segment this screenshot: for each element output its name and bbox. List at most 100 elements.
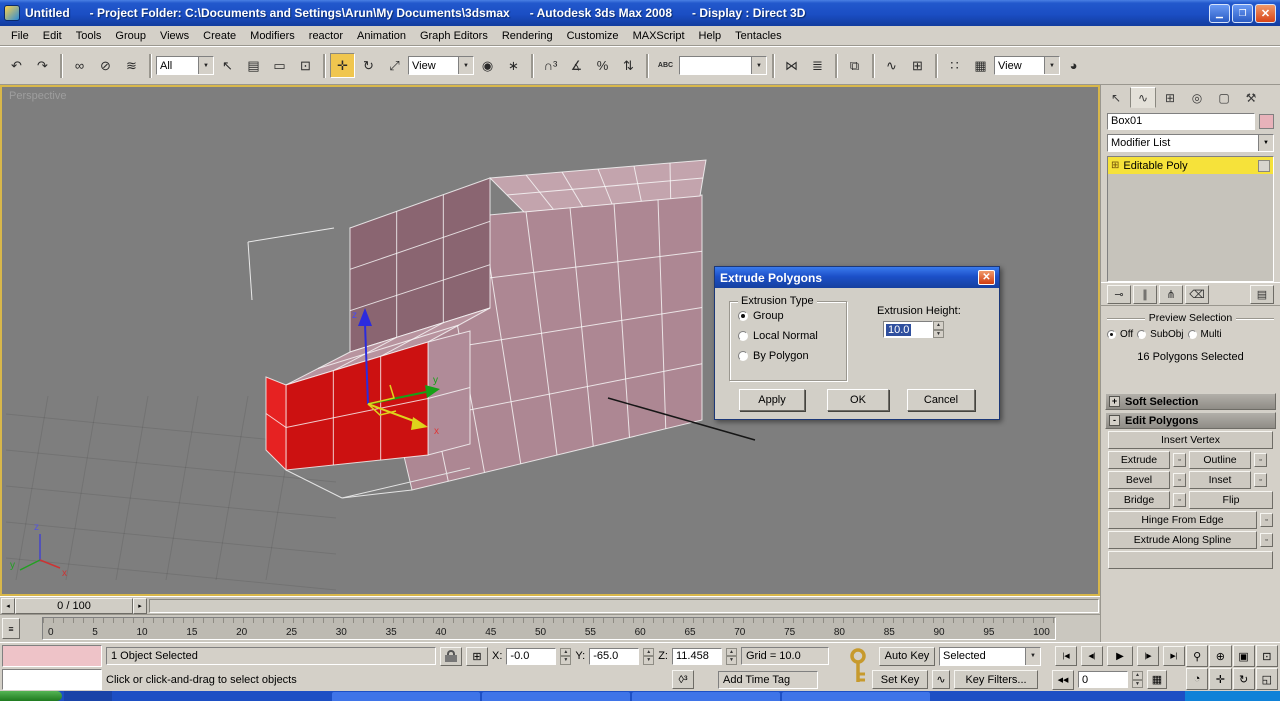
previous-frame-button[interactable]: ◀| (1080, 646, 1103, 666)
dialog-close-button[interactable]: ✕ (978, 270, 995, 285)
z-spinner[interactable]: ▲ ▼ (725, 647, 737, 665)
menu-rendering[interactable]: Rendering (495, 28, 560, 44)
selection-set-combo[interactable]: Selected ▼ (938, 646, 1041, 666)
extrude-along-spline-settings-button[interactable]: ▫ (1260, 533, 1273, 547)
x-coordinate-field[interactable]: -0.0 (506, 647, 557, 665)
spinner-down-icon[interactable]: ▼ (643, 656, 655, 665)
tab-create[interactable]: ↖ (1103, 87, 1129, 108)
tab-display[interactable]: ▢ (1211, 87, 1237, 108)
menu-tentacles[interactable]: Tentacles (728, 28, 788, 44)
window-crossing-button[interactable]: ⊡ (293, 53, 318, 78)
object-color-swatch[interactable] (1259, 114, 1274, 129)
group-radio[interactable] (738, 311, 748, 321)
title-bar[interactable]: Untitled - Project Folder: C:\Documents … (0, 0, 1280, 26)
key-filters-button[interactable]: Key Filters... (954, 670, 1038, 689)
x-spinner[interactable]: ▲ ▼ (560, 647, 572, 665)
mirror-button[interactable]: ⋈ (779, 53, 804, 78)
trackbar-toggle[interactable]: ▦ (1147, 670, 1167, 689)
zoom-button[interactable]: ⚲ (1186, 645, 1209, 667)
open-mini-curve-editor-button[interactable]: ≡ (2, 618, 20, 639)
inset-button[interactable]: Inset (1189, 471, 1251, 489)
start-button[interactable] (0, 691, 62, 701)
menu-modifiers[interactable]: Modifiers (243, 28, 302, 44)
bridge-settings-button[interactable]: ▫ (1173, 493, 1186, 507)
menu-edit[interactable]: Edit (36, 28, 69, 44)
dialog-title-bar[interactable]: Extrude Polygons (715, 267, 999, 288)
maxscript-mini-listener-macro[interactable] (2, 645, 102, 667)
reference-coordinate-combo[interactable]: View ▼ (408, 56, 474, 75)
spinner-up-icon[interactable]: ▲ (725, 647, 737, 656)
time-slider-left-arrow[interactable]: ◂ (1, 597, 15, 614)
windows-taskbar[interactable] (0, 691, 1280, 701)
remove-modifier-button[interactable]: ⌫ (1185, 284, 1209, 304)
snaps-toggle-button[interactable]: ∩³ (538, 53, 563, 78)
y-coordinate-field[interactable]: -65.0 (589, 647, 640, 665)
add-time-tag-field[interactable]: Add Time Tag (718, 670, 818, 689)
spinner-down-icon[interactable]: ▼ (933, 329, 944, 338)
material-editor-button[interactable]: ∷ (942, 53, 967, 78)
extrusion-height-input[interactable]: 10.0 (883, 321, 933, 338)
go-to-end-button[interactable]: ▶| (1162, 646, 1185, 666)
close-button[interactable]: ✕ (1255, 3, 1276, 23)
named-selection-sets-combo[interactable]: ▼ (679, 56, 767, 75)
taskbar-item[interactable] (782, 692, 930, 701)
bind-to-space-warp-button[interactable]: ≋ (119, 53, 144, 78)
zoom-all-button[interactable]: ⊕ (1209, 645, 1232, 667)
set-key-icon[interactable] (845, 647, 871, 687)
pin-stack-button[interactable]: ⊸ (1107, 284, 1131, 304)
make-unique-button[interactable]: ⋔ (1159, 284, 1183, 304)
quick-launch-area[interactable] (64, 691, 112, 701)
rollout-soft-selection[interactable]: + Soft Selection (1105, 393, 1276, 410)
cancel-button[interactable]: Cancel (907, 389, 975, 411)
spinner-down-icon[interactable]: ▼ (560, 656, 572, 665)
combo-arrow-icon[interactable]: ▼ (458, 57, 473, 74)
menu-views[interactable]: Views (153, 28, 196, 44)
outline-settings-button[interactable]: ▫ (1254, 453, 1267, 467)
show-end-result-button[interactable]: ∥ (1133, 284, 1157, 304)
render-setup-button[interactable]: ▦ (968, 53, 993, 78)
edit-polygons-partial-button[interactable] (1108, 551, 1273, 569)
viewport-label[interactable]: Perspective (9, 90, 66, 102)
tab-motion[interactable]: ◎ (1184, 87, 1210, 108)
taskbar-item[interactable] (632, 692, 780, 701)
flip-button[interactable]: Flip (1189, 491, 1273, 509)
menu-maxscript[interactable]: MAXScript (626, 28, 692, 44)
local-normal-radio[interactable] (738, 331, 748, 341)
percent-snap-toggle-button[interactable]: % (590, 53, 615, 78)
ok-button[interactable]: OK (827, 389, 889, 411)
edit-named-selection-sets-button[interactable]: ABC (653, 53, 678, 78)
spinner-down-icon[interactable]: ▼ (725, 656, 737, 665)
menu-help[interactable]: Help (692, 28, 729, 44)
maximize-button[interactable]: ❐ (1232, 3, 1253, 23)
spinner-up-icon[interactable]: ▲ (933, 321, 944, 330)
frame-spinner[interactable]: ▲ ▼ (1132, 671, 1143, 688)
rewind-button[interactable]: ◀◀ (1052, 669, 1074, 690)
arc-rotate-button[interactable]: ↻ (1232, 668, 1255, 690)
menu-graph-editors[interactable]: Graph Editors (413, 28, 495, 44)
menu-animation[interactable]: Animation (350, 28, 413, 44)
preview-multi-radio[interactable] (1187, 330, 1197, 339)
combo-arrow-icon[interactable]: ▼ (751, 57, 766, 74)
bridge-button[interactable]: Bridge (1108, 491, 1170, 509)
rollout-expand-icon[interactable]: + (1109, 396, 1120, 407)
schematic-view-button[interactable]: ⊞ (905, 53, 930, 78)
unlink-selection-button[interactable]: ⊘ (93, 53, 118, 78)
maximize-viewport-toggle-button[interactable]: ◱ (1255, 668, 1278, 690)
taskbar-item[interactable] (482, 692, 630, 701)
menu-file[interactable]: File (4, 28, 36, 44)
spinner-up-icon[interactable]: ▲ (560, 647, 572, 656)
select-object-button[interactable]: ↖ (215, 53, 240, 78)
align-button[interactable]: ≣ (805, 53, 830, 78)
object-name-input[interactable]: Box01 (1107, 113, 1255, 130)
select-and-rotate-button[interactable]: ↻ (356, 53, 381, 78)
current-frame-field[interactable]: 0 (1078, 671, 1128, 688)
viewport-perspective[interactable]: z y x z y x Perspective Extrude Polygons… (0, 85, 1100, 596)
select-by-name-button[interactable]: ▤ (241, 53, 266, 78)
configure-modifier-sets-button[interactable]: ▤ (1250, 284, 1274, 304)
extrusion-height-spinner[interactable]: ▲ ▼ (933, 321, 944, 338)
y-spinner[interactable]: ▲ ▼ (643, 647, 655, 665)
bevel-settings-button[interactable]: ▫ (1173, 473, 1186, 487)
menu-create[interactable]: Create (196, 28, 243, 44)
rollout-collapse-icon[interactable]: - (1109, 415, 1120, 426)
snap-3d-toggle[interactable]: ◊³ (672, 670, 694, 689)
